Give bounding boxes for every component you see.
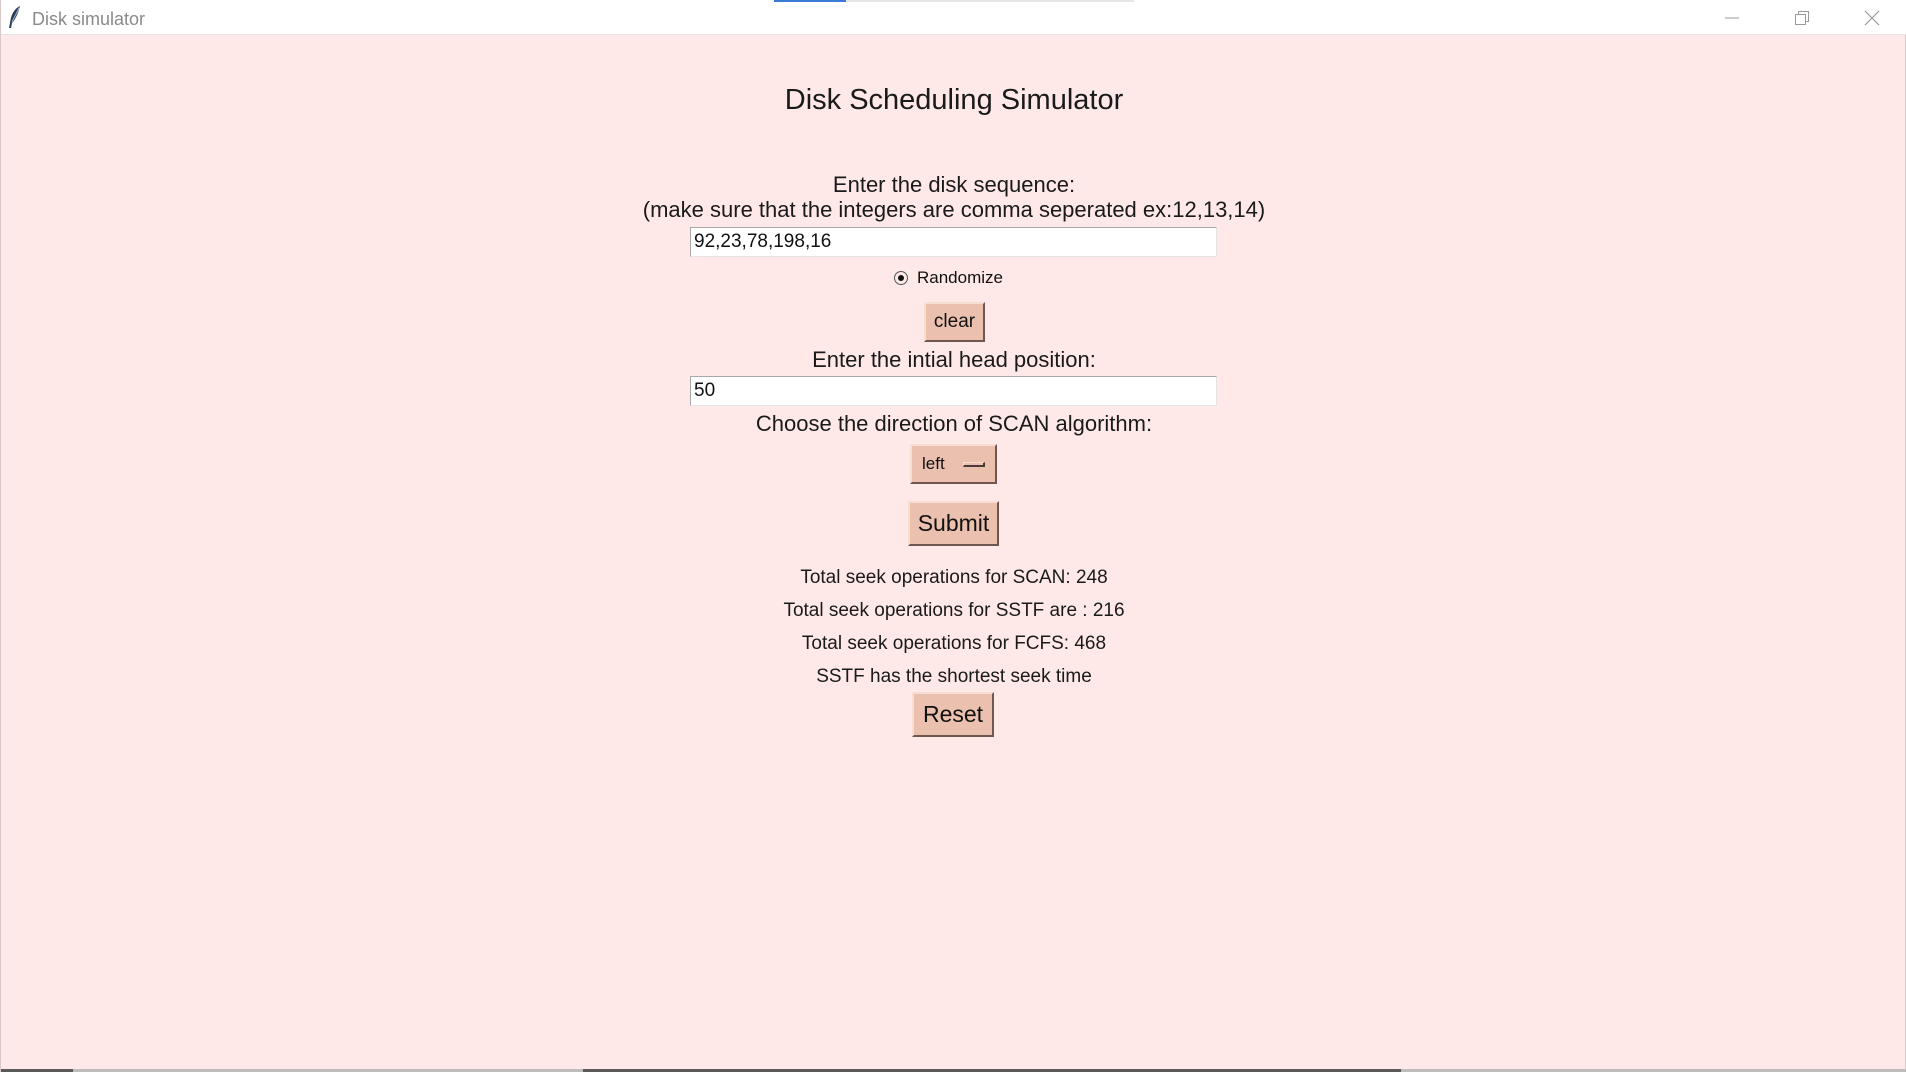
minimize-icon — [1725, 17, 1739, 18]
randomize-label: Randomize — [917, 268, 1003, 287]
direction-label: Choose the direction of SCAN algorithm: — [755, 411, 1153, 436]
direction-option-menu[interactable]: left — [910, 444, 997, 484]
close-icon — [1864, 10, 1880, 25]
radio-selected-icon[interactable] — [894, 271, 908, 285]
sequence-label: Enter the disk sequence: — [832, 172, 1076, 197]
submit-button[interactable]: Submit — [908, 501, 999, 546]
sequence-hint: (make sure that the integers are comma s… — [642, 197, 1266, 222]
head-position-input[interactable] — [690, 376, 1217, 406]
disk-sequence-input[interactable] — [690, 227, 1217, 257]
fcfs-result: Total seek operations for FCFS: 468 — [801, 633, 1107, 654]
clear-button[interactable]: clear — [924, 302, 985, 342]
conclusion-text: SSTF has the shortest seek time — [816, 666, 1092, 687]
feather-icon — [9, 6, 20, 28]
sstf-result: Total seek operations for SSTF are : 216 — [783, 600, 1125, 621]
minimize-button[interactable] — [1697, 0, 1767, 35]
randomize-radio[interactable]: Randomize — [894, 266, 1003, 290]
reset-button[interactable]: Reset — [912, 692, 994, 737]
scan-result: Total seek operations for SCAN: 248 — [800, 567, 1108, 588]
app-window: Disk simulator Disk Scheduling Simulator… — [0, 0, 1906, 1072]
title-accent — [774, 0, 846, 2]
page-title: Disk Scheduling Simulator — [784, 84, 1124, 116]
title-bar[interactable]: Disk simulator — [1, 0, 1906, 35]
restore-icon — [1795, 10, 1809, 25]
maximize-button[interactable] — [1767, 0, 1837, 35]
close-button[interactable] — [1837, 0, 1906, 35]
window-title: Disk simulator — [32, 9, 146, 29]
direction-value: left — [922, 454, 945, 473]
head-position-label: Enter the intial head position: — [812, 347, 1096, 372]
option-menu-indicator-icon — [963, 462, 985, 467]
